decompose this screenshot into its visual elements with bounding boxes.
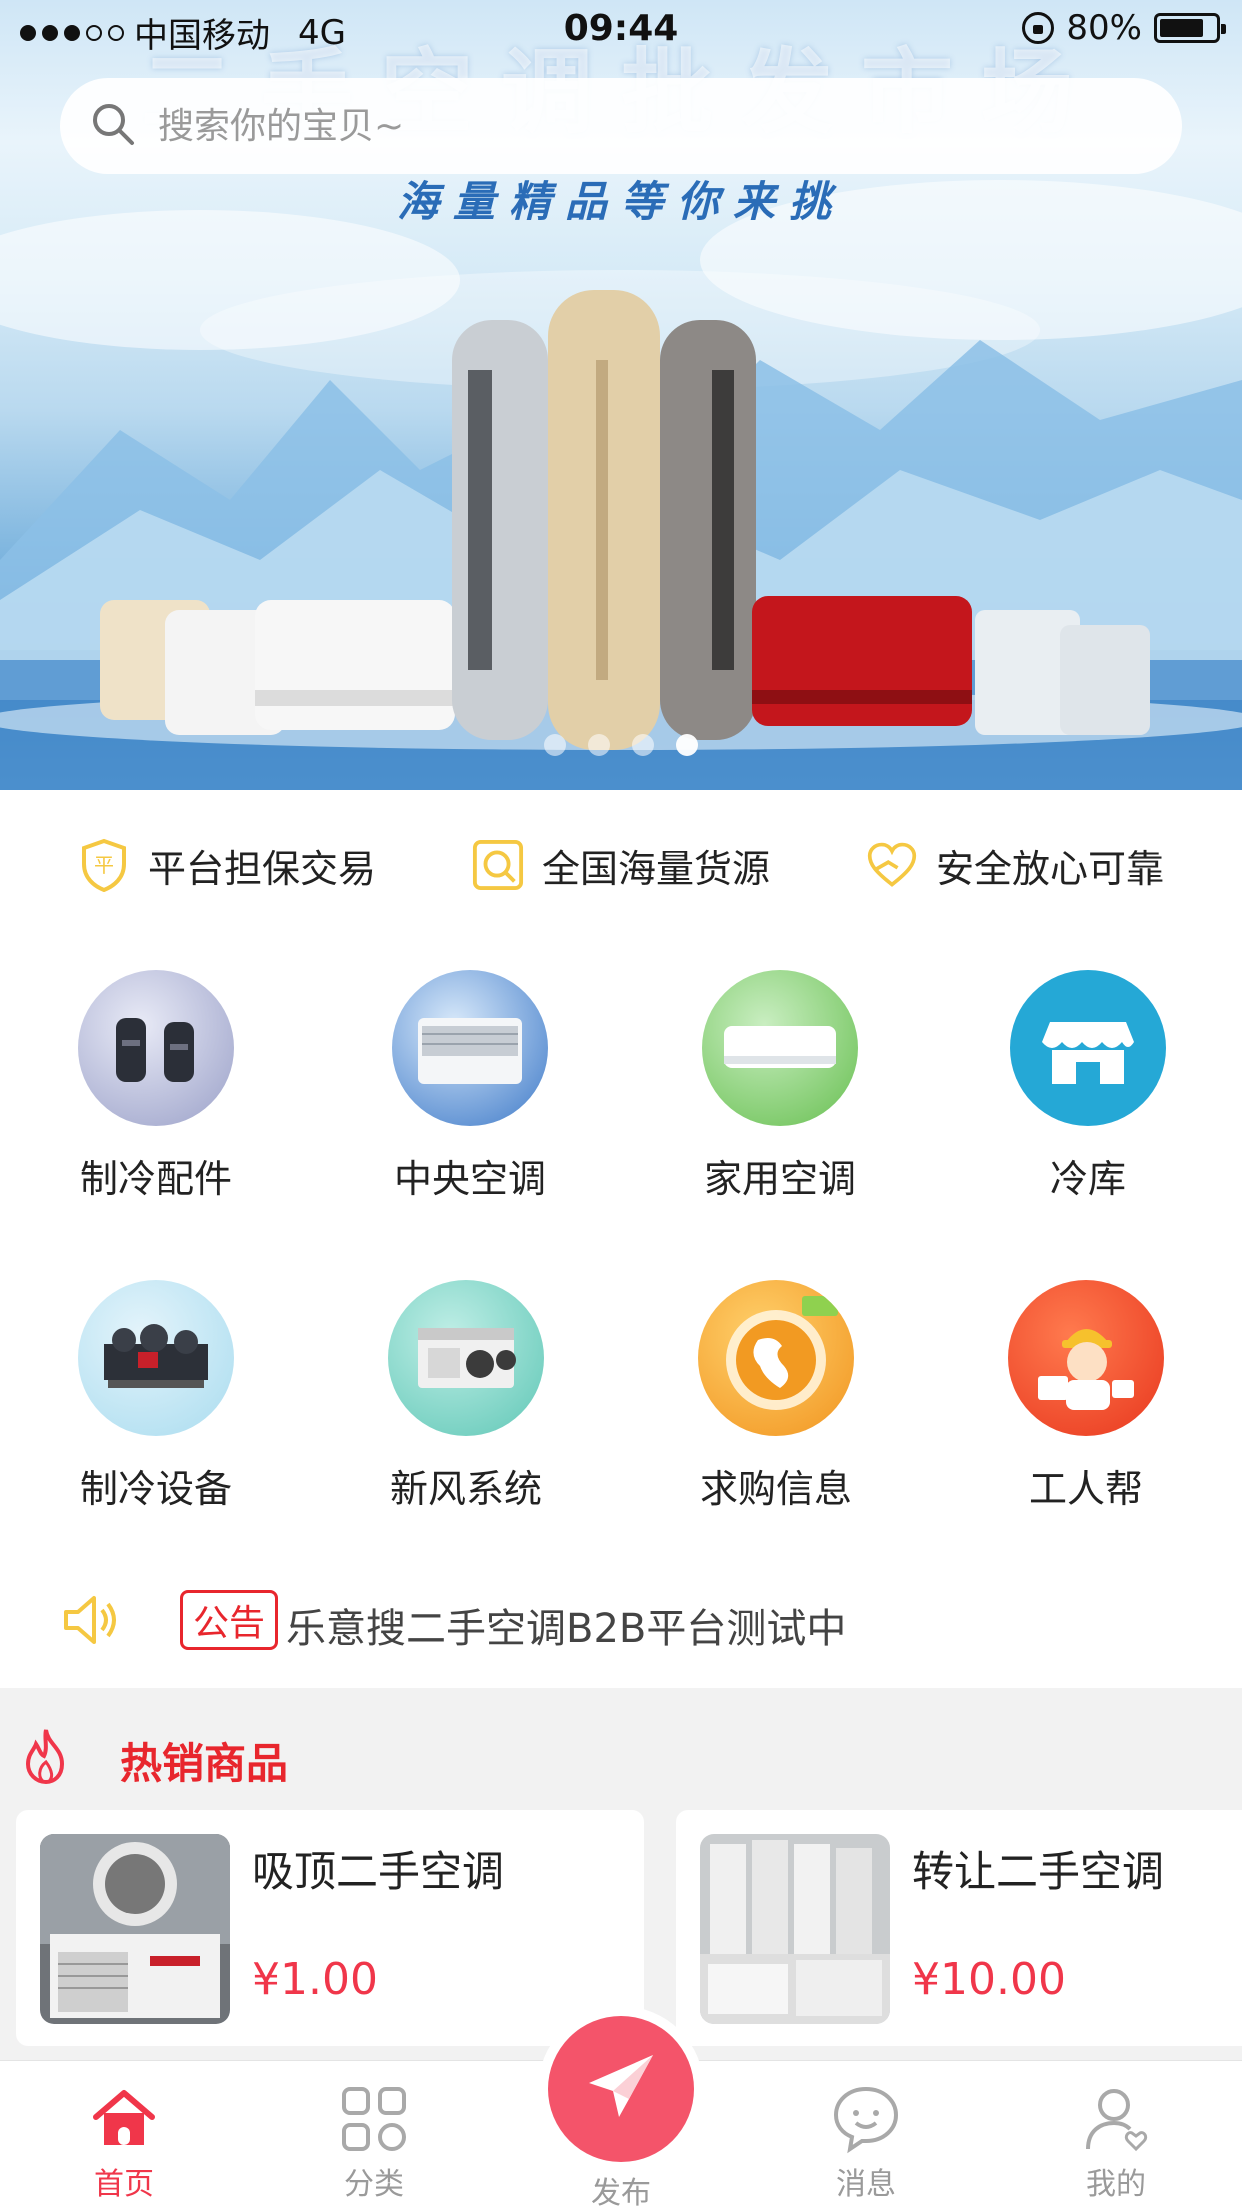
guarantee-label: 平台担保交易 bbox=[147, 846, 376, 891]
hot-products-section: 热销商品 吸顶二手空调 ¥1.00 转让二手空调 ¥10.00 bbox=[0, 1688, 1242, 2060]
category-refrigeration-parts[interactable]: 制冷配件 bbox=[36, 970, 276, 1203]
storefront-icon bbox=[1010, 970, 1166, 1126]
category-fresh-air-system[interactable]: 新风系统 bbox=[346, 1280, 586, 1513]
tab-label: 我的 bbox=[1086, 2167, 1146, 2202]
battery-icon bbox=[1154, 13, 1226, 43]
category-label: 新风系统 bbox=[389, 1467, 542, 1511]
banner-subtitle: 海量精品等你来挑 bbox=[396, 177, 845, 226]
compressor-icon bbox=[78, 970, 234, 1126]
svg-text:平: 平 bbox=[94, 853, 114, 877]
category-label: 冷库 bbox=[1049, 1157, 1126, 1201]
product-card[interactable]: 吸顶二手空调 ¥1.00 bbox=[16, 1810, 644, 2046]
carousel-indicator[interactable] bbox=[0, 734, 1242, 758]
publish-label: 发布 bbox=[591, 2176, 651, 2208]
category-refrigeration-equipment[interactable]: 制冷设备 bbox=[36, 1280, 276, 1513]
product-name: 吸顶二手空调 bbox=[252, 1847, 505, 1896]
status-right: 80% bbox=[1022, 8, 1226, 48]
guarantee-label: 安全放心可靠 bbox=[935, 846, 1164, 891]
guarantee-row: 平 平台担保交易 全国海量货源 安全放心可靠 bbox=[0, 790, 1242, 940]
tab-home[interactable]: 首页 bbox=[44, 2061, 204, 2208]
product-price: ¥1.00 bbox=[252, 1954, 378, 2005]
home-icon bbox=[88, 2083, 160, 2155]
shield-icon: 平 bbox=[78, 838, 130, 892]
paper-plane-icon bbox=[583, 2049, 659, 2129]
product-price: ¥10.00 bbox=[912, 1954, 1066, 2005]
category-label: 家用空调 bbox=[703, 1157, 856, 1201]
announcement-tag: 公告 bbox=[180, 1590, 279, 1650]
category-label: 中央空调 bbox=[393, 1157, 546, 1201]
tab-mine[interactable]: 我的 bbox=[1036, 2061, 1196, 2208]
search-icon bbox=[90, 101, 136, 151]
announcement-bar[interactable]: 公告 乐意搜二手空调B2B平台测试中 bbox=[0, 1560, 1242, 1680]
guarantee-item: 安全放心可靠 bbox=[866, 838, 1164, 893]
chat-bubble-icon bbox=[830, 2083, 902, 2155]
search-input[interactable] bbox=[158, 105, 1058, 147]
orientation-lock-icon bbox=[1022, 12, 1055, 44]
category-purchase-info[interactable]: 求购信息 bbox=[656, 1280, 896, 1513]
product-card[interactable]: 转让二手空调 ¥10.00 bbox=[676, 1810, 1242, 2046]
carousel-dot[interactable] bbox=[632, 734, 654, 756]
battery-percent: 80% bbox=[1066, 8, 1142, 48]
product-image bbox=[700, 1834, 890, 2024]
category-cold-storage[interactable]: 冷库 bbox=[968, 970, 1208, 1203]
guarantee-item: 全国海量货源 bbox=[472, 838, 770, 893]
category-home-ac[interactable]: 家用空调 bbox=[660, 970, 900, 1203]
status-bar: 中国移动 4G 09:44 80% bbox=[0, 0, 1242, 60]
announcement-text[interactable]: 乐意搜二手空调B2B平台测试中 bbox=[286, 1596, 846, 1654]
tab-label: 消息 bbox=[836, 2167, 896, 2202]
tab-category[interactable]: 分类 bbox=[294, 2061, 454, 2208]
category-label: 求购信息 bbox=[699, 1467, 852, 1511]
category-worker-help[interactable]: 工人帮 bbox=[966, 1280, 1206, 1513]
tab-label: 分类 bbox=[344, 2167, 404, 2202]
carousel-dot[interactable] bbox=[588, 734, 610, 756]
globe-icon bbox=[698, 1280, 854, 1436]
guarantee-item: 平 平台担保交易 bbox=[78, 838, 376, 893]
search-bar[interactable] bbox=[60, 78, 1182, 174]
user-icon bbox=[1080, 2083, 1152, 2155]
magnifier-icon bbox=[472, 839, 524, 891]
speaker-icon bbox=[60, 1590, 120, 1650]
chiller-icon bbox=[78, 1280, 234, 1436]
category-grid: 制冷配件 中央空调 家用空调 冷库 制冷设备 新风系统 求购信息 工人帮 bbox=[0, 960, 1242, 1520]
worker-icon bbox=[1008, 1280, 1164, 1436]
home-ac-icon bbox=[702, 970, 858, 1126]
section-title: 热销商品 bbox=[120, 1739, 289, 1788]
fire-icon bbox=[18, 1726, 74, 1786]
product-image bbox=[40, 1834, 230, 2024]
guarantee-label: 全国海量货源 bbox=[541, 846, 770, 891]
publish-button[interactable] bbox=[548, 2016, 694, 2162]
carousel-dot[interactable] bbox=[544, 734, 566, 756]
category-label: 制冷配件 bbox=[79, 1157, 232, 1201]
grid-icon bbox=[338, 2083, 410, 2155]
tab-messages[interactable]: 消息 bbox=[786, 2061, 946, 2208]
tab-label: 首页 bbox=[94, 2167, 154, 2202]
category-label: 工人帮 bbox=[1028, 1467, 1143, 1511]
heart-hand-icon bbox=[866, 839, 918, 891]
section-header: 热销商品 bbox=[0, 1708, 1242, 1798]
category-central-ac[interactable]: 中央空调 bbox=[350, 970, 590, 1203]
product-name: 转让二手空调 bbox=[912, 1847, 1165, 1896]
carousel-dot-active[interactable] bbox=[676, 734, 698, 756]
central-ac-icon bbox=[392, 970, 548, 1126]
category-label: 制冷设备 bbox=[79, 1467, 232, 1511]
ventilation-icon bbox=[388, 1280, 544, 1436]
